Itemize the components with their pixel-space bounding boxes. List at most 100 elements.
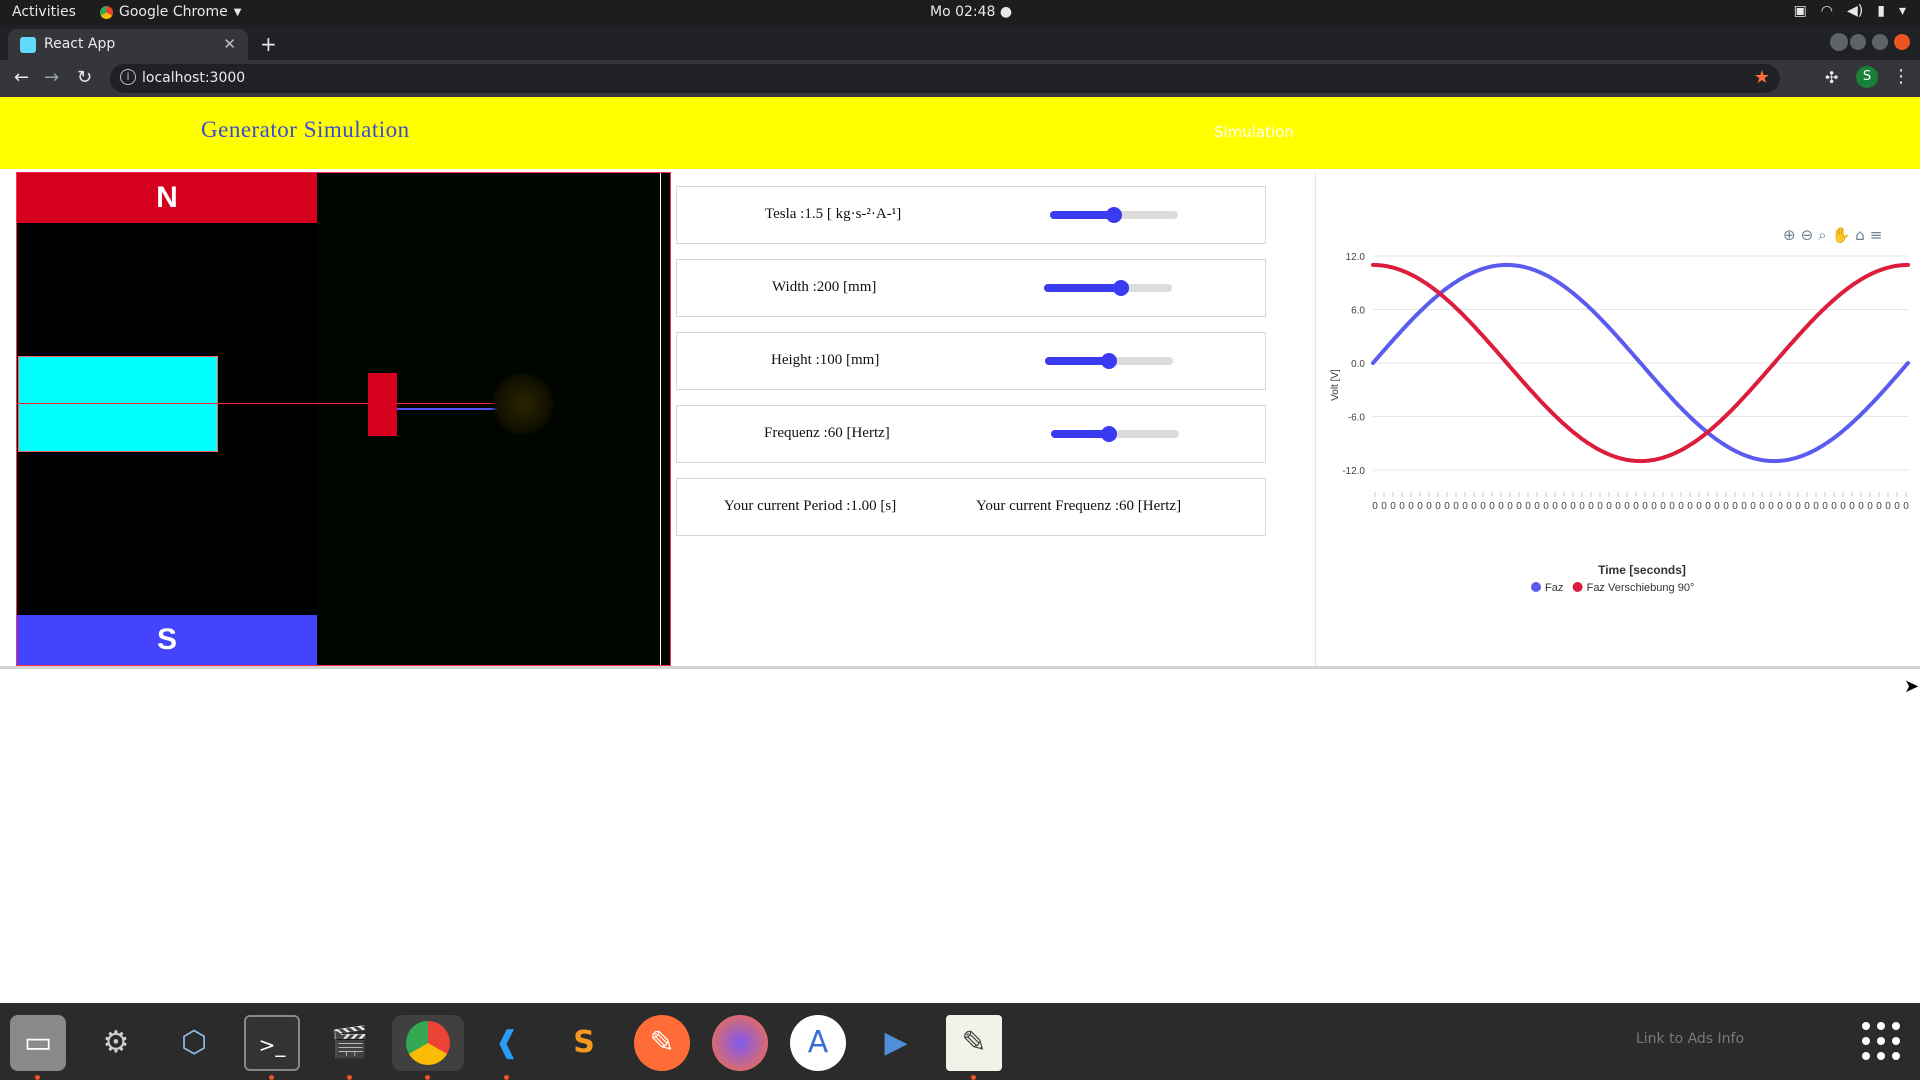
chrome-app-icon[interactable] [392, 1015, 464, 1080]
x-tick-label: 0 [1561, 501, 1567, 512]
chrome-menu-icon[interactable]: ⋮ [1892, 66, 1910, 87]
address-bar[interactable]: i localhost:3000 ★ [110, 64, 1780, 93]
clock[interactable]: Mo 02:48 ● [930, 4, 1012, 20]
height-slider[interactable] [1045, 353, 1173, 369]
kdenlive-app-icon[interactable]: ▶ [868, 1015, 924, 1071]
x-tick-label: 0 [1606, 501, 1612, 512]
sublime-app-icon[interactable]: S [556, 1015, 612, 1071]
tesla-slider[interactable] [1050, 207, 1178, 223]
x-tick-label: 0 [1516, 501, 1522, 512]
battery-icon: ▮ [1877, 3, 1885, 19]
extensions-puzzle-icon[interactable]: ✣ [1825, 68, 1838, 87]
tab-strip: React App ✕ + [0, 26, 1920, 60]
running-indicator [269, 1075, 274, 1080]
frequenz-slider-thumb[interactable] [1100, 426, 1117, 442]
virtualbox-app-icon[interactable]: ⬡ [166, 1015, 222, 1071]
tesla-slider-fill [1050, 211, 1114, 219]
x-tick-label: 0 [1372, 501, 1378, 512]
virtualbox-glyph: ⬡ [180, 1025, 208, 1060]
legend-marker[interactable] [1572, 582, 1583, 592]
camera-icon: ▣ [1793, 3, 1807, 19]
bookmark-star-icon[interactable]: ★ [1754, 67, 1770, 88]
text-editor-app-icon[interactable]: ✎ [946, 1015, 1002, 1080]
close-tab-icon[interactable]: ✕ [223, 35, 236, 53]
kdenlive-glyph: ▶ [884, 1025, 908, 1060]
desktop-ads-info-label[interactable]: Link to Ads Info [1630, 1032, 1750, 1047]
activities-button[interactable]: Activities [12, 4, 76, 20]
close-window-icon[interactable] [1894, 34, 1910, 50]
profile-avatar[interactable]: S [1856, 66, 1878, 88]
legend-label[interactable]: Faz Verschiebung 90° [1587, 582, 1695, 594]
clapperboard-glyph: 🎬 [331, 1025, 369, 1060]
x-tick-label: 0 [1804, 501, 1810, 512]
y-axis-ticks: 12.0 6.0 0.0 -6.0 -12.0 [1342, 252, 1365, 477]
firefox-app-icon[interactable] [712, 1015, 768, 1071]
conductor-line [397, 408, 497, 410]
height-slider-fill [1045, 357, 1109, 365]
grid-dot [1877, 1052, 1885, 1060]
back-arrow-icon[interactable]: ← [14, 67, 29, 88]
volume-icon: ◀) [1847, 3, 1864, 19]
x-tick-label: 0 [1390, 501, 1396, 512]
postman-glyph: ✎ [634, 1015, 690, 1071]
site-info-icon[interactable]: i [120, 69, 136, 85]
height-label: Height :100 [mm] [771, 352, 880, 368]
x-tick-label: 0 [1633, 501, 1639, 512]
x-tick-label: 0 [1777, 501, 1783, 512]
grid-dot [1892, 1052, 1900, 1060]
width-slider[interactable] [1044, 280, 1172, 296]
tab-search-icon[interactable] [1830, 33, 1848, 51]
maximize-icon[interactable] [1872, 34, 1888, 50]
tab-title: React App [44, 36, 116, 52]
show-applications-icon[interactable] [1862, 1022, 1900, 1060]
app-header: Generator Simulation Simulation [0, 97, 1920, 169]
x-tick-label: 0 [1570, 501, 1576, 512]
vscode-app-icon[interactable]: ❰ [479, 1015, 535, 1080]
caret-down-icon: ▼ [233, 6, 242, 18]
browser-tab[interactable]: React App ✕ [8, 29, 248, 60]
x-tick-label: 0 [1876, 501, 1882, 512]
x-tick-label: 0 [1381, 501, 1387, 512]
terminal-app-icon[interactable]: >_ [244, 1015, 300, 1080]
legend-marker[interactable] [1531, 582, 1541, 592]
x-tick-label: 0 [1399, 501, 1405, 512]
x-tick-label: 0 [1435, 501, 1441, 512]
grid-dot [1877, 1037, 1885, 1045]
android-studio-app-icon[interactable]: A [790, 1015, 846, 1071]
files-app-icon[interactable]: ▭ [10, 1015, 66, 1080]
forward-arrow-icon[interactable]: → [44, 67, 59, 88]
y-axis-label: Volt [V] [1330, 369, 1341, 401]
mouse-cursor-icon: ➤ [1904, 676, 1920, 697]
minimize-icon[interactable] [1850, 34, 1866, 50]
reload-icon[interactable]: ↻ [77, 67, 92, 88]
x-tick-label: 0 [1732, 501, 1738, 512]
x-tick-label: 0 [1426, 501, 1432, 512]
x-tick-label: 0 [1534, 501, 1540, 512]
video-editor-app-icon[interactable]: 🎬 [322, 1015, 378, 1080]
app-menu[interactable]: Google Chrome ▼ [100, 4, 241, 20]
period-text: Your current Period :1.00 [s] [724, 498, 897, 514]
clock-text: Mo 02:48 [930, 4, 996, 20]
grid-dot [1862, 1052, 1870, 1060]
x-tick-label: 0 [1867, 501, 1873, 512]
app-title[interactable]: Generator Simulation [201, 117, 410, 143]
height-slider-thumb[interactable] [1101, 353, 1117, 369]
x-tick-label: 0 [1453, 501, 1459, 512]
settings-app-icon[interactable]: ⚙ [88, 1015, 144, 1071]
height-control: Height :100 [mm] [676, 332, 1266, 390]
tesla-control: Tesla :1.5 [ kg·s-²·A-¹] [676, 186, 1266, 244]
width-slider-thumb[interactable] [1112, 280, 1129, 296]
tesla-slider-thumb[interactable] [1106, 207, 1122, 223]
system-tray[interactable]: ▣ ◠ ◀) ▮ ▾ [1794, 3, 1906, 19]
period-info-box: Your current Period :1.00 [s] Your curre… [676, 478, 1266, 536]
x-tick-label: 0 [1714, 501, 1720, 512]
system-top-bar: Activities Google Chrome ▼ Mo 02:48 ● ▣ … [0, 0, 1920, 26]
new-tab-button[interactable]: + [260, 32, 277, 56]
legend-label[interactable]: Faz [1545, 582, 1563, 594]
frequenz-slider[interactable] [1051, 426, 1179, 442]
grid-dot [1877, 1022, 1885, 1030]
x-tick-label: 0 [1759, 501, 1765, 512]
running-indicator [425, 1075, 430, 1080]
postman-app-icon[interactable]: ✎ [634, 1015, 690, 1071]
nav-link-simulation[interactable]: Simulation [1214, 123, 1294, 141]
